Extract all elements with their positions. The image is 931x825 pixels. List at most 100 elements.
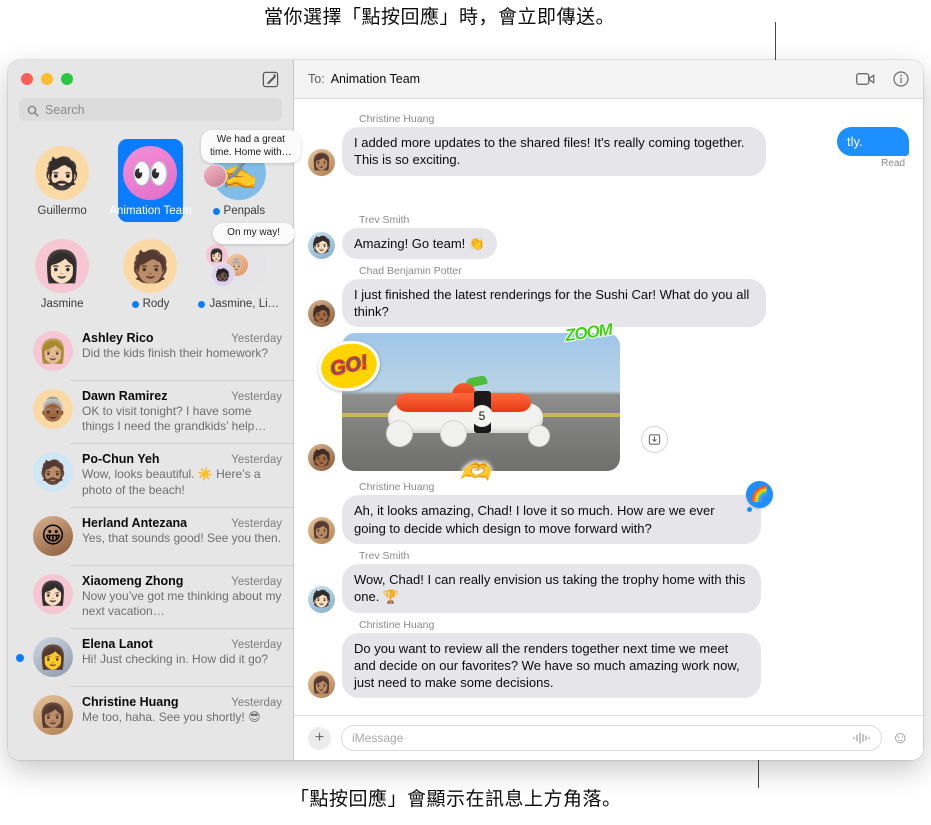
list-item[interactable]: 🧔🏽 Po-Chun Yeh Yesterday Wow, looks beau… xyxy=(8,443,293,506)
timestamp: Yesterday xyxy=(231,517,282,530)
pinned-preview-bubble: On my way! xyxy=(212,223,295,244)
emoji-smiley-icon[interactable]: ☺ xyxy=(892,728,909,748)
message-text: Ah, it looks amazing, Chad! I love it so… xyxy=(354,503,715,536)
sushi-race-car-photo: 5 xyxy=(342,333,620,472)
image-message[interactable]: 5 GO! ZOOM 🫶 xyxy=(313,319,668,487)
message-preview: Now you’ve got me thinking about my next… xyxy=(82,588,282,619)
contact-name: Dawn Ramirez xyxy=(82,389,168,403)
list-item[interactable]: 👵🏾 Dawn Ramirez Yesterday OK to visit to… xyxy=(8,380,293,443)
to-label: To: xyxy=(308,72,325,86)
pinned-item-rody[interactable]: 🧑🏽 Rody xyxy=(106,227,194,310)
timestamp: Yesterday xyxy=(231,391,282,403)
list-item[interactable]: 👩🏻 Xiaomeng Zhong Yesterday Now you’ve g… xyxy=(8,564,293,628)
message-thread[interactable]: Christine Huang 👩🏽 I added more updates … xyxy=(294,99,923,715)
timestamp: Yesterday xyxy=(231,333,282,345)
search-container: Search xyxy=(8,98,293,130)
recipient-name[interactable]: Animation Team xyxy=(331,72,420,86)
messages-window: Search 🧔🏻 Guillermo 👀 Animation Team We … xyxy=(8,60,923,760)
message-bubble[interactable]: Do you want to review all the renders to… xyxy=(342,632,761,699)
list-item[interactable]: 👩🏽 Christine Huang Yesterday Me too, hah… xyxy=(8,686,293,744)
pinned-item-guillermo[interactable]: 🧔🏻 Guillermo xyxy=(18,134,106,217)
imessage-input[interactable]: iMessage xyxy=(341,725,882,751)
message-preview: Wow, looks beautiful. ☀️ Here’s a photo … xyxy=(82,467,261,497)
avatar-mini xyxy=(202,164,227,188)
pinned-item-label: Guillermo xyxy=(37,205,87,217)
pinned-preview-bubble: We had a great time. Home with… xyxy=(200,130,301,163)
search-input[interactable]: Search xyxy=(19,98,282,121)
sticker-heart-hands[interactable]: 🫶 xyxy=(459,457,491,488)
video-camera-icon[interactable] xyxy=(856,72,875,86)
list-item[interactable]: 👩 Elena Lanot Yesterday Hi! Just checkin… xyxy=(8,628,293,686)
sent-message-group: tly. Read xyxy=(837,127,909,169)
tapback-badge-rainbow[interactable]: 🌈 xyxy=(746,481,773,513)
search-placeholder: Search xyxy=(45,102,85,117)
contact-name: Xiaomeng Zhong xyxy=(82,573,184,588)
sidebar: Search 🧔🏻 Guillermo 👀 Animation Team We … xyxy=(8,60,301,760)
message-row: 👩🏽 Do you want to review all the renders… xyxy=(308,632,909,699)
message-sender: Trev Smith xyxy=(359,213,410,226)
avatar: 👩🏽 xyxy=(308,516,335,544)
avatar: 🧑🏾 xyxy=(308,300,335,328)
message-sender: Christine Huang xyxy=(359,481,435,494)
message-preview: Did the kids finish their homework? xyxy=(82,346,269,360)
search-icon xyxy=(27,104,39,116)
pinned-item-jasmine[interactable]: 👩🏻 Jasmine xyxy=(18,227,106,310)
contact-name: Herland Antezana xyxy=(82,515,188,530)
message-sender: Christine Huang xyxy=(359,618,435,631)
message-bubble[interactable]: Amazing! Go team! 👏 xyxy=(342,227,498,259)
list-item[interactable]: 👩🏼 Ashley Rico Yesterday Did the kids fi… xyxy=(8,322,293,380)
pinned-conversations: 🧔🏻 Guillermo 👀 Animation Team We had a g… xyxy=(8,130,301,322)
message-preview: Me too, haha. See you shortly! 😎 xyxy=(82,710,261,725)
message-row: 🧑🏻 Amazing! Go team! 👏 xyxy=(308,227,909,259)
pinned-item-animation-team[interactable]: 👀 Animation Team xyxy=(106,134,194,222)
pinned-item-label: Penpals xyxy=(212,205,265,217)
list-item[interactable]: 😀 Herland Antezana Yesterday Yes, that s… xyxy=(8,506,293,565)
avatar: 🧑🏾 xyxy=(308,444,335,472)
avatar: 👩🏻 xyxy=(35,239,90,293)
avatar: 👩🏼 xyxy=(33,331,73,371)
imessage-placeholder: iMessage xyxy=(352,731,404,745)
conversation-pane: To: Animation Team Christine Huang 👩🏽 I … xyxy=(294,60,923,760)
message-preview: Hi! Just checking in. How did it go? xyxy=(82,652,269,667)
race-car-graphic: 5 xyxy=(378,375,558,448)
message-bubble[interactable]: Ah, it looks amazing, Chad! I love it so… xyxy=(342,481,773,544)
timestamp: Yesterday xyxy=(231,639,282,652)
message-row-image: 🧑🏾 5 GO! ZOOM 🫶 xyxy=(308,319,909,487)
close-button[interactable] xyxy=(21,73,33,85)
message-bubble[interactable]: I just finished the latest renderings fo… xyxy=(342,278,766,328)
contact-name: Po-Chun Yeh xyxy=(82,452,160,467)
avatar: 👩🏽 xyxy=(308,148,335,176)
avatar: 👩🏽 xyxy=(308,671,335,699)
unread-dot xyxy=(16,654,24,663)
message-sender: Christine Huang xyxy=(359,113,435,125)
pinned-item-label: Rody xyxy=(131,298,169,310)
audio-waveform-icon[interactable] xyxy=(853,732,871,744)
read-status: Read xyxy=(881,158,905,170)
info-circle-icon[interactable] xyxy=(893,71,909,87)
sent-message-bubble[interactable]: tly. xyxy=(837,127,909,157)
avatar: 🧑🏻 xyxy=(308,585,335,613)
sidebar-titlebar xyxy=(8,60,293,98)
download-icon[interactable] xyxy=(641,426,668,454)
compose-icon[interactable] xyxy=(261,70,280,89)
conversation-header: To: Animation Team xyxy=(294,60,923,99)
message-bubble[interactable]: I added more updates to the shared files… xyxy=(342,127,766,176)
callout-caption-top: 當你選擇「點按回應」時，會立即傳送。 xyxy=(264,6,616,28)
avatar: 👩🏽 xyxy=(33,695,73,736)
pinned-item-group-jasmine[interactable]: On my way! 👩🏻 👵🏼 🧑🏿 Jasmine, Li… xyxy=(195,223,295,310)
minimize-button[interactable] xyxy=(41,73,53,85)
pinned-item-penpals[interactable]: We had a great time. Home with… ✍️ Penpa… xyxy=(195,130,301,217)
avatar: 🧔🏽 xyxy=(33,452,73,493)
plus-icon[interactable]: + xyxy=(308,726,331,750)
message-composer: + iMessage ☺ xyxy=(294,715,923,760)
message-row: 🧑🏻 Wow, Chad! I can really envision us t… xyxy=(308,563,909,613)
timestamp: Yesterday xyxy=(231,697,282,710)
message-sender: Trev Smith xyxy=(359,549,410,562)
message-preview: OK to visit tonight? I have some things … xyxy=(82,404,255,434)
message-bubble[interactable]: Wow, Chad! I can really envision us taki… xyxy=(342,563,761,613)
unread-dot xyxy=(212,207,220,215)
pinned-item-label: Jasmine, Li… xyxy=(198,298,279,310)
conversation-list: 👩🏼 Ashley Rico Yesterday Did the kids fi… xyxy=(8,322,293,760)
maximize-button[interactable] xyxy=(61,73,73,85)
avatar: 🧑🏽 xyxy=(123,239,178,293)
